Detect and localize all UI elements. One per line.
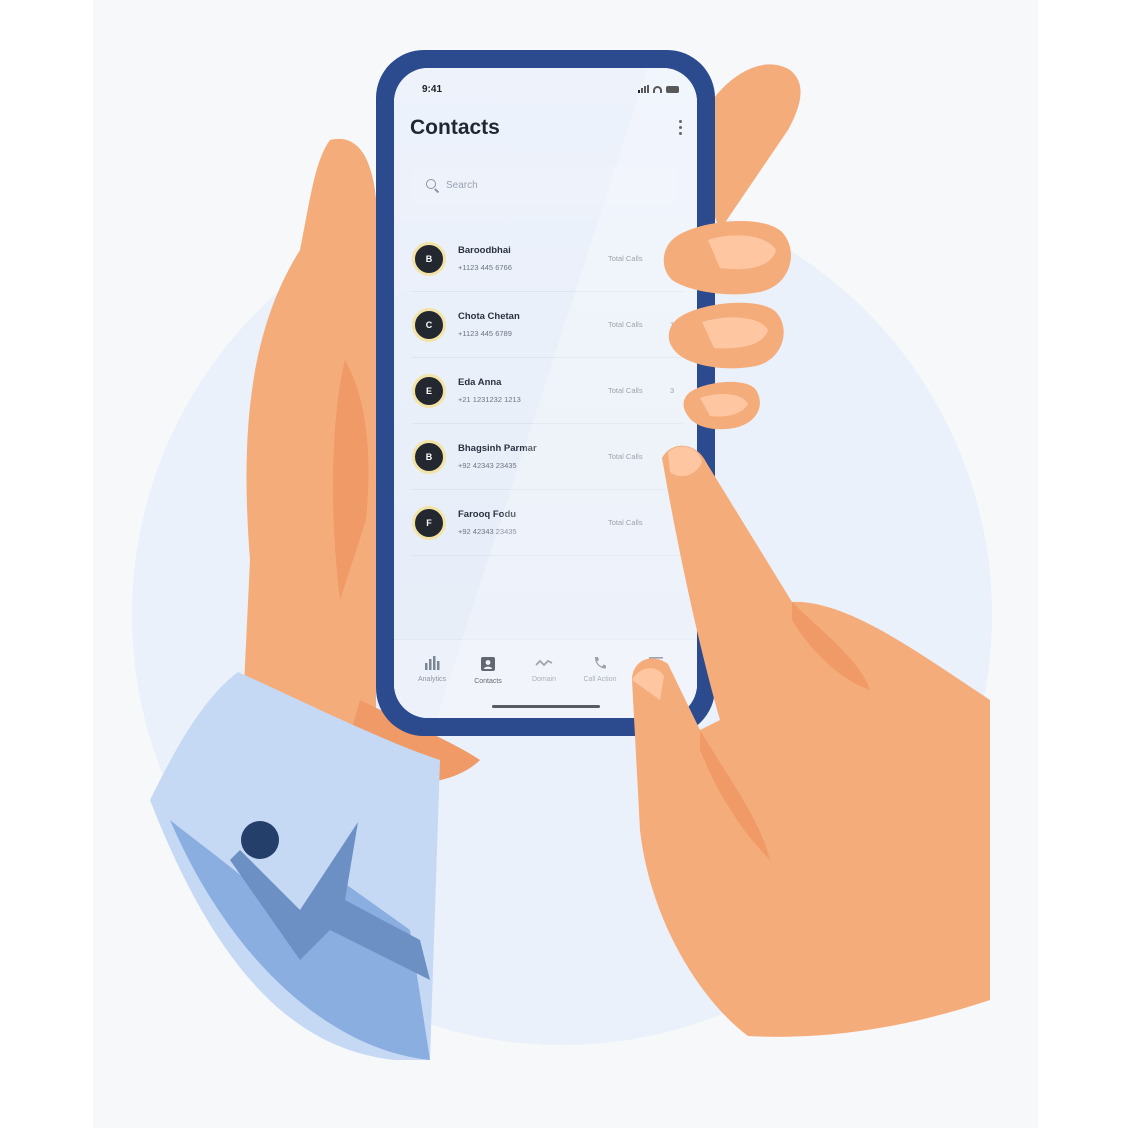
pointing-hand	[632, 445, 990, 1037]
foreground-fingers	[632, 220, 990, 1037]
illustration-stage: 9:41 Contacts B Baroodbhai +1123 445 676…	[0, 0, 1131, 1128]
